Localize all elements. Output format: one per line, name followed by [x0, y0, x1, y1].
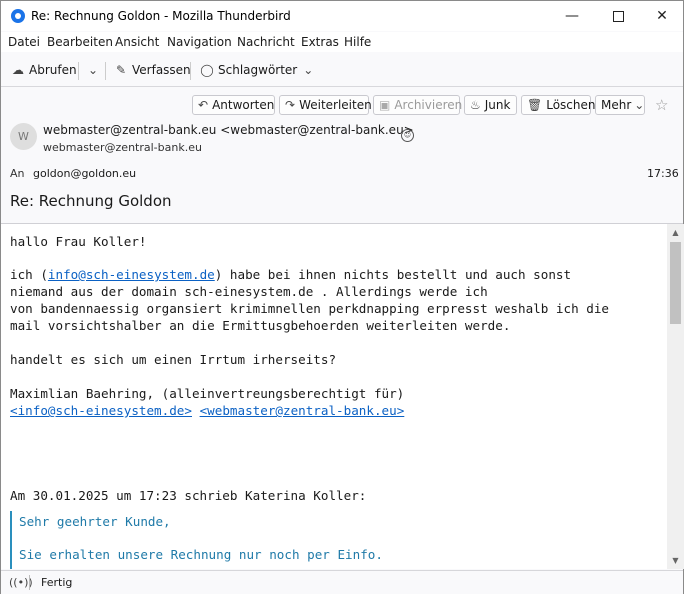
write-button[interactable]: ✎ Verfassen: [114, 60, 191, 80]
toolbar-divider: [190, 62, 191, 80]
scrollbar-thumb[interactable]: [670, 242, 681, 324]
status-divider: [29, 575, 30, 590]
reply-button[interactable]: ↶ Antworten: [192, 95, 275, 115]
star-icon[interactable]: ☆: [655, 96, 668, 114]
body-scrollbar[interactable]: ▲ ▼: [667, 224, 684, 569]
message-body: hallo Frau Koller! ich (info@sch-einesys…: [1, 224, 667, 569]
message-header: ↶ Antworten ↷ Weiterleiten ▣ Archivieren…: [1, 87, 683, 224]
close-button[interactable]: ✕: [639, 1, 684, 31]
menu-extras[interactable]: Extras: [301, 35, 339, 49]
toolbar-divider: [78, 62, 79, 80]
window-title: Re: Rechnung Goldon - Mozilla Thunderbir…: [31, 9, 291, 23]
junk-button[interactable]: ♨ Junk: [464, 95, 517, 115]
email-link[interactable]: info@sch-einesystem.de: [48, 267, 215, 282]
write-label: Verfassen: [132, 63, 191, 77]
chevron-down-icon: ⌄: [634, 98, 645, 112]
archive-icon: ▣: [379, 98, 391, 112]
main-toolbar: ☁ Abrufen ⌄ ✎ Verfassen ◯ Schlagwörter ⌄: [1, 54, 683, 87]
tag-icon: ◯: [200, 63, 214, 77]
body-text: ich (: [10, 267, 48, 282]
tags-label: Schlagwörter: [218, 63, 298, 77]
body-signature: Maximlian Baehring, (alleinvertreungsber…: [10, 386, 405, 401]
delete-label: Löschen: [546, 98, 596, 112]
body-line: ich (info@sch-einesystem.de) habe bei ih…: [10, 266, 571, 283]
reply-label: Antworten: [212, 98, 275, 112]
get-messages-dropdown[interactable]: ⌄: [86, 60, 104, 80]
quote-intro: Am 30.01.2025 um 17:23 schrieb Katerina …: [10, 488, 367, 503]
tags-button[interactable]: ◯ Schlagwörter ⌄: [200, 60, 315, 80]
junk-label: Junk: [484, 98, 511, 112]
body-line: niemand aus der domain sch-einesystem.de…: [10, 284, 488, 299]
to-label: An: [10, 167, 25, 180]
cloud-download-icon: ☁: [12, 63, 24, 77]
title-bar: Re: Rechnung Goldon - Mozilla Thunderbir…: [1, 1, 683, 31]
menu-bearbeiten[interactable]: Bearbeiten: [47, 35, 113, 49]
minimize-button[interactable]: —: [549, 1, 595, 31]
chevron-down-icon: ⌄: [87, 63, 99, 77]
email-link[interactable]: <webmaster@zentral-bank.eu>: [200, 403, 405, 418]
archive-button[interactable]: ▣ Archivieren: [373, 95, 463, 115]
forward-button[interactable]: ↷ Weiterleiten: [279, 95, 372, 115]
body-text: ) habe bei ihnen nichts bestellt und auc…: [214, 267, 572, 282]
avatar: W: [10, 123, 37, 150]
menu-bar: Datei Bearbeiten Ansicht Navigation Nach…: [1, 32, 683, 52]
menu-hilfe[interactable]: Hilfe: [344, 35, 371, 49]
quote-line: Sehr geehrter Kunde,: [19, 514, 171, 529]
menu-navigation[interactable]: Navigation: [167, 35, 232, 49]
scroll-up-icon[interactable]: ▲: [667, 224, 684, 241]
pencil-icon: ✎: [115, 63, 127, 77]
get-messages-button[interactable]: ☁ Abrufen: [11, 60, 77, 80]
trash-icon: 🗑: [527, 98, 543, 112]
body-greeting: hallo Frau Koller!: [10, 234, 147, 249]
delete-button[interactable]: 🗑 Löschen: [521, 95, 596, 115]
menu-datei[interactable]: Datei: [8, 35, 40, 49]
status-text: Fertig: [41, 576, 73, 589]
more-label: Mehr: [601, 98, 632, 112]
thunderbird-window: Re: Rechnung Goldon - Mozilla Thunderbir…: [0, 0, 684, 594]
quote-line: Sie erhalten unsere Rechnung nur noch pe…: [19, 547, 383, 562]
forward-label: Weiterleiten: [299, 98, 372, 112]
more-button[interactable]: Mehr ⌄: [595, 95, 645, 115]
forward-icon: ↷: [285, 98, 296, 112]
flame-icon: ♨: [470, 98, 481, 112]
reply-icon: ↶: [198, 98, 209, 112]
maximize-button[interactable]: [595, 1, 641, 31]
archive-label: Archivieren: [394, 98, 463, 112]
signature-links: <info@sch-einesystem.de> <webmaster@zent…: [10, 402, 404, 419]
email-link[interactable]: <info@sch-einesystem.de>: [10, 403, 192, 418]
status-bar: ((•)) Fertig: [1, 570, 683, 594]
menu-nachricht[interactable]: Nachricht: [237, 35, 295, 49]
toolbar-divider: [105, 62, 106, 80]
body-question: handelt es sich um einen Irrtum irhersei…: [10, 352, 337, 367]
scroll-down-icon[interactable]: ▼: [667, 552, 684, 569]
contact-icon[interactable]: ☺: [401, 129, 414, 142]
message-subject: Re: Rechnung Goldon: [10, 192, 172, 210]
menu-ansicht[interactable]: Ansicht: [115, 35, 159, 49]
body-line: mail vorsichtshalber an die Ermittusgbeh…: [10, 318, 511, 333]
message-time: 17:36: [647, 167, 679, 180]
quote-bar: [10, 511, 12, 569]
chevron-down-icon: ⌄: [303, 63, 314, 77]
thunderbird-logo-icon: [11, 9, 25, 23]
recipient[interactable]: goldon@goldon.eu: [33, 167, 136, 180]
body-line: von bandennaessig organsiert krimimnelle…: [10, 301, 609, 316]
sender[interactable]: webmaster@zentral-bank.eu <webmaster@zen…: [43, 123, 414, 137]
sender-address: webmaster@zentral-bank.eu: [43, 141, 202, 154]
get-messages-label: Abrufen: [29, 63, 77, 77]
